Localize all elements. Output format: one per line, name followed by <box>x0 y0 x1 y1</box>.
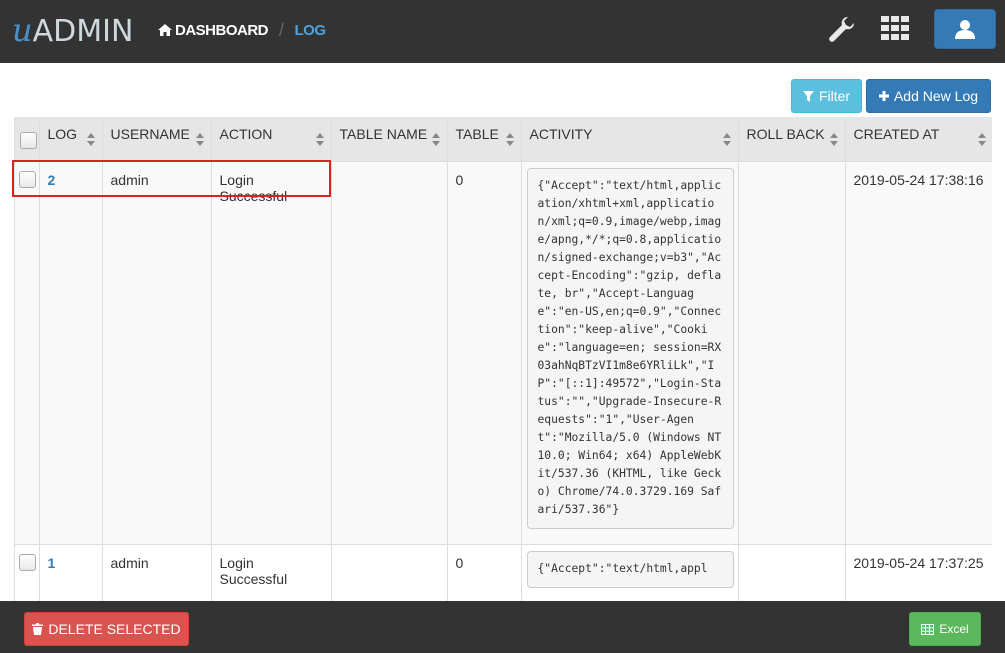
wrench-icon[interactable] <box>827 14 857 44</box>
column-header-log[interactable]: LOG <box>39 117 103 162</box>
column-header-activity[interactable]: ACTIVITY <box>521 117 739 162</box>
breadcrumb-dashboard-label: DASHBOARD <box>175 21 269 39</box>
column-header-label: ACTION <box>219 125 273 142</box>
select-all-header <box>15 117 40 162</box>
delete-selected-label: DELETE SELECTED <box>48 621 181 637</box>
sort-icon <box>195 133 204 146</box>
activity-cell: {"Accept":"text/html,application/xhtml+x… <box>521 161 739 545</box>
sort-icon <box>829 133 838 146</box>
excel-export-label: Excel <box>939 622 969 636</box>
column-header-label: TABLE <box>455 125 499 142</box>
action-cell: Login Successful <box>211 544 332 601</box>
delete-selected-button[interactable]: DELETE SELECTED <box>24 612 189 646</box>
plus-icon <box>878 91 889 101</box>
log-id-link[interactable]: 2 <box>48 172 56 188</box>
log-id-cell: 2 <box>39 161 103 545</box>
row-checkbox[interactable] <box>19 170 36 188</box>
table-icon <box>921 623 935 635</box>
table-row[interactable]: 2 admin Login Successful 0 {"Accept":"te… <box>15 161 992 545</box>
filter-button-label: Filter <box>818 88 851 104</box>
home-icon <box>158 24 172 36</box>
roll-back-cell <box>738 161 846 545</box>
sort-icon <box>722 133 731 146</box>
table-name-cell <box>331 544 448 601</box>
sort-icon <box>431 133 440 146</box>
roll-back-cell <box>738 544 846 601</box>
row-select-cell <box>15 161 40 545</box>
activity-json: {"Accept":"text/html,application/xhtml+x… <box>526 167 734 529</box>
column-header-created-at[interactable]: CREATED AT <box>845 117 992 162</box>
action-cell: Login Successful <box>211 161 332 545</box>
log-table: LOG USERNAME ACTION TABLE NAME TABLE ACT… <box>15 117 992 601</box>
column-header-label: CREATED AT <box>853 125 940 142</box>
username-cell: admin <box>102 544 212 601</box>
column-header-label: TABLE NAME <box>339 125 428 142</box>
breadcrumb-separator: / <box>279 19 284 40</box>
column-header-table[interactable]: TABLE <box>447 117 522 162</box>
top-navbar: uADMIN DASHBOARD / LOG <box>0 0 1005 63</box>
logo-mark: u <box>12 11 33 49</box>
column-header-label: USERNAME <box>110 125 190 142</box>
column-header-label: ACTIVITY <box>529 125 593 142</box>
created-at-cell: 2019-05-24 17:37:25 <box>845 544 992 601</box>
column-header-label: LOG <box>47 125 78 142</box>
add-new-log-label: Add New Log <box>893 88 979 104</box>
select-all-checkbox[interactable] <box>20 132 37 149</box>
table-cell: 0 <box>447 544 522 601</box>
excel-export-button[interactable]: Excel <box>909 612 981 646</box>
breadcrumb: DASHBOARD / LOG <box>158 20 326 40</box>
sort-icon <box>86 133 95 146</box>
column-header-table-name[interactable]: TABLE NAME <box>331 117 448 162</box>
logo-text: ADMIN <box>32 14 134 49</box>
add-new-log-button[interactable]: Add New Log <box>866 79 991 113</box>
column-header-username[interactable]: USERNAME <box>102 117 212 162</box>
column-header-action[interactable]: ACTION <box>211 117 332 162</box>
breadcrumb-current: LOG <box>294 21 327 39</box>
activity-json: {"Accept":"text/html,appl <box>526 550 734 588</box>
filter-button[interactable]: Filter <box>791 79 862 113</box>
app-logo[interactable]: uADMIN <box>12 10 133 50</box>
table-cell: 0 <box>447 161 522 545</box>
filter-icon <box>802 90 814 102</box>
row-select-cell <box>15 544 40 601</box>
username-cell: admin <box>102 161 212 545</box>
activity-cell: {"Accept":"text/html,appl <box>521 544 739 601</box>
table-name-cell <box>331 161 448 545</box>
apps-grid-icon[interactable] <box>880 15 910 45</box>
log-table-container[interactable]: LOG USERNAME ACTION TABLE NAME TABLE ACT… <box>14 117 992 601</box>
sort-icon <box>977 133 986 146</box>
row-checkbox[interactable] <box>19 553 36 571</box>
log-id-cell: 1 <box>39 544 103 601</box>
user-menu-button[interactable] <box>934 9 996 49</box>
table-row[interactable]: 1 admin Login Successful 0 {"Accept":"te… <box>15 544 992 601</box>
column-header-label: ROLL BACK <box>746 125 825 142</box>
trash-icon <box>32 623 44 635</box>
sort-icon <box>505 133 514 146</box>
user-icon <box>955 20 975 39</box>
column-header-roll-back[interactable]: ROLL BACK <box>738 117 846 162</box>
table-header-row: LOG USERNAME ACTION TABLE NAME TABLE ACT… <box>15 117 992 162</box>
log-id-link[interactable]: 1 <box>48 555 56 571</box>
breadcrumb-dashboard-link[interactable]: DASHBOARD <box>158 21 269 39</box>
sort-icon <box>315 133 324 146</box>
created-at-cell: 2019-05-24 17:38:16 <box>845 161 992 545</box>
bottom-action-bar: DELETE SELECTED Excel <box>0 601 1005 653</box>
